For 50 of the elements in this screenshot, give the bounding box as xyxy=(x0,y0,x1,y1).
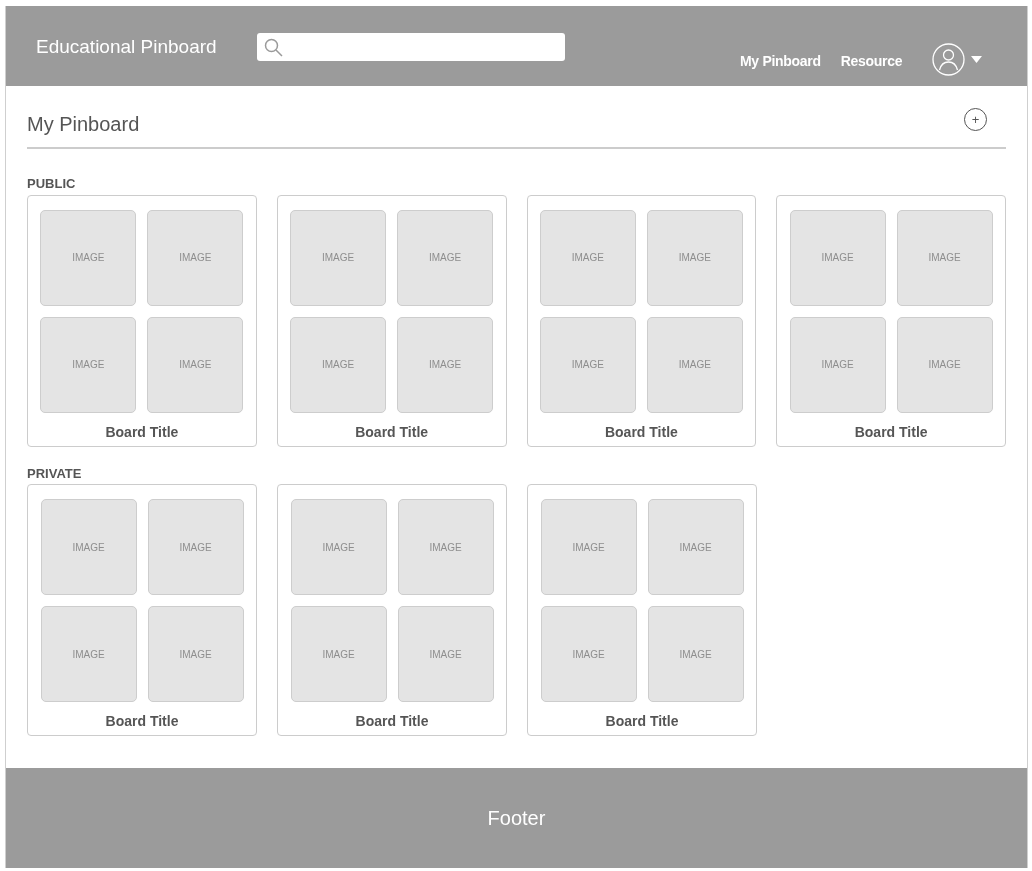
board-title: Board Title xyxy=(355,422,429,442)
image-placeholder: IMAGE xyxy=(397,209,494,306)
image-placeholder: IMAGE xyxy=(789,316,886,413)
image-placeholder: IMAGE xyxy=(896,209,993,306)
board-card[interactable]: IMAGE IMAGE IMAGE IMAGE Board Title xyxy=(27,484,257,736)
image-placeholder: IMAGE xyxy=(147,499,244,595)
image-placeholder: IMAGE xyxy=(290,606,387,702)
caret-icon[interactable] xyxy=(971,56,982,63)
image-placeholder: IMAGE xyxy=(539,316,636,413)
image-placeholder: IMAGE xyxy=(539,209,636,306)
image-placeholder: IMAGE xyxy=(147,316,244,413)
section-label: PRIVATE xyxy=(27,464,83,483)
image-placeholder: IMAGE xyxy=(540,606,637,702)
image-placeholder: IMAGE xyxy=(40,606,137,702)
image-placeholder: IMAGE xyxy=(40,209,137,306)
board-card[interactable]: IMAGE IMAGE IMAGE IMAGE Board Title xyxy=(527,484,757,736)
image-placeholder: IMAGE xyxy=(540,499,637,595)
image-placeholder: IMAGE xyxy=(397,316,494,413)
user-avatar-icon[interactable] xyxy=(932,43,965,76)
board-title: Board Title xyxy=(105,712,179,731)
image-placeholder: IMAGE xyxy=(40,316,137,413)
image-placeholder: IMAGE xyxy=(896,316,993,413)
image-placeholder: IMAGE xyxy=(647,606,744,702)
board-card[interactable]: IMAGE IMAGE IMAGE IMAGE Board Title xyxy=(776,194,1006,447)
board-title: Board Title xyxy=(604,422,678,442)
image-placeholder: IMAGE xyxy=(646,316,743,413)
image-placeholder: IMAGE xyxy=(646,209,743,306)
image-placeholder: IMAGE xyxy=(397,606,494,702)
board-card[interactable]: IMAGE IMAGE IMAGE IMAGE Board Title xyxy=(276,194,507,447)
board-card[interactable]: IMAGE IMAGE IMAGE IMAGE Board Title xyxy=(27,194,257,447)
image-placeholder: IMAGE xyxy=(647,499,744,595)
board-title: Board Title xyxy=(854,422,928,442)
search-field[interactable] xyxy=(257,33,565,61)
board-title: Board Title xyxy=(105,422,179,442)
footer-text: Footer xyxy=(487,806,546,831)
board-card[interactable]: IMAGE IMAGE IMAGE IMAGE Board Title xyxy=(277,484,507,736)
page-title: My Pinboard xyxy=(27,112,140,137)
image-placeholder: IMAGE xyxy=(147,209,244,306)
board-title: Board Title xyxy=(605,712,679,731)
image-placeholder: IMAGE xyxy=(290,209,387,306)
board-card[interactable]: IMAGE IMAGE IMAGE IMAGE Board Title xyxy=(526,194,757,447)
board-title: Board Title xyxy=(355,712,429,731)
section-label: PUBLIC xyxy=(27,175,77,193)
search-icon xyxy=(264,37,283,57)
image-placeholder: IMAGE xyxy=(290,316,387,413)
image-placeholder: IMAGE xyxy=(789,209,886,306)
image-placeholder: IMAGE xyxy=(147,606,244,702)
image-placeholder: IMAGE xyxy=(397,499,494,595)
image-placeholder: IMAGE xyxy=(40,499,137,595)
image-placeholder: IMAGE xyxy=(290,499,387,595)
